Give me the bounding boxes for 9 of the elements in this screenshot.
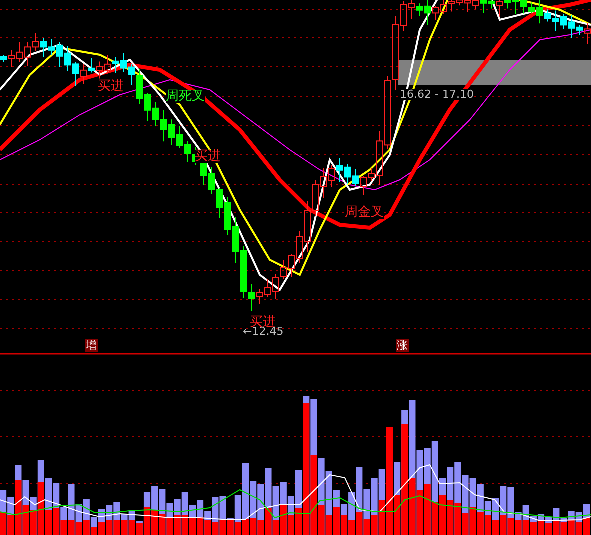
signal-label: 买进 (250, 316, 276, 329)
signal-label: 周死叉 (166, 90, 205, 103)
signal-label: 买进 (98, 80, 124, 93)
signal-label: 买进 (195, 150, 221, 163)
divider-label: 增 (85, 339, 98, 352)
price-range-label: 16.62 - 17.10 (400, 89, 474, 100)
low-price-marker: ←12.45 (243, 326, 284, 337)
signal-label: 周金叉 (345, 206, 384, 219)
divider-label: 涨 (396, 339, 409, 352)
